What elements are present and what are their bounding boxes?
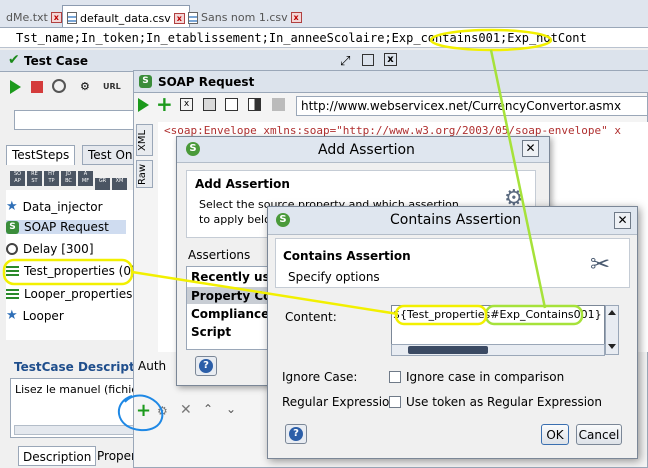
contains-assertion-title: Contains Assertion xyxy=(390,212,522,228)
step-delay[interactable]: Delay [300] xyxy=(6,242,94,256)
ignore-case-checkbox[interactable] xyxy=(389,371,401,383)
add-assertion-icon[interactable]: + xyxy=(136,400,151,421)
testcase-input-field[interactable] xyxy=(14,110,136,130)
run-icon[interactable] xyxy=(10,80,21,94)
regex-option: Use token as Regular Expression xyxy=(406,395,603,409)
rest-step-icon[interactable]: RE ST xyxy=(27,171,42,186)
http-step-icon[interactable]: HT TP xyxy=(44,171,59,186)
contains-assertion-heading: Contains Assertion xyxy=(283,249,411,263)
move-up-icon[interactable]: ⌃ xyxy=(203,402,213,416)
regex-label: Regular Expression: xyxy=(282,395,402,409)
maximize-icon[interactable]: ⤢ xyxy=(340,54,350,69)
content-label: Content: xyxy=(285,310,337,324)
ignore-case-option: Ignore case in comparison xyxy=(406,370,565,384)
amf-step-icon[interactable]: A MF xyxy=(78,171,93,186)
star-icon: ★ xyxy=(6,199,18,214)
close-icon[interactable]: x xyxy=(384,53,397,66)
editor-icon[interactable] xyxy=(225,98,238,111)
add-icon[interactable]: + xyxy=(156,92,173,116)
star-icon: ★ xyxy=(6,308,18,323)
run-request-icon[interactable] xyxy=(138,98,149,112)
csv-file-icon xyxy=(188,11,198,24)
csv-header-line[interactable]: Tst_name;In_token;In_etablissement;In_an… xyxy=(0,28,648,48)
tab-xml[interactable]: XML xyxy=(136,124,153,156)
step-label: Delay [300] xyxy=(23,242,94,256)
endpoint-url-field[interactable]: http://www.webservicex.net/CurrencyConve… xyxy=(296,96,648,116)
scroll-down-icon[interactable] xyxy=(608,344,616,349)
tab-label: Sans nom 1.csv xyxy=(201,11,288,24)
soapui-logo-icon: S xyxy=(276,213,290,227)
soapui-logo-icon: S xyxy=(186,142,200,156)
ok-button[interactable]: OK xyxy=(541,424,569,445)
assertions-list-header: Assertions xyxy=(188,248,251,262)
add-assertion-title: Add Assertion xyxy=(318,142,415,158)
tab-auth[interactable]: Auth xyxy=(138,356,178,376)
properties-icon xyxy=(6,266,19,276)
description-scrollbar[interactable] xyxy=(14,425,136,435)
step-label: Data_injector xyxy=(22,199,103,214)
csv-file-icon xyxy=(67,12,77,24)
remove-assertion-icon[interactable]: ✕ xyxy=(180,402,192,418)
restore-icon[interactable] xyxy=(362,54,374,66)
step-test-properties[interactable]: Test_properties (0) xyxy=(6,264,136,278)
configure-assertion-icon[interactable]: ⚙ xyxy=(157,404,168,418)
checkmark-icon: ✔ xyxy=(8,52,20,68)
step-label: SOAP Request xyxy=(24,220,109,234)
close-icon[interactable]: x xyxy=(290,12,302,23)
tab-test-on[interactable]: Test On xyxy=(82,145,139,165)
cancel-request-icon[interactable]: x xyxy=(180,98,193,111)
tab-label: dMe.txt xyxy=(6,11,48,24)
content-value: ${Test_properties#Exp_Contains001} xyxy=(393,308,602,321)
help-icon: ? xyxy=(289,427,303,441)
list-item[interactable]: Recently use xyxy=(191,270,278,284)
soap-icon: S xyxy=(139,75,152,88)
testcase-title: Test Case xyxy=(24,54,88,68)
tab-raw[interactable]: Raw xyxy=(136,160,153,188)
contains-assertion-subheading: Specify options xyxy=(288,270,380,284)
editor-tab-default-data[interactable]: default_data.csv x xyxy=(62,5,190,27)
help-icon: ? xyxy=(199,359,213,373)
tab-teststeps[interactable]: TestSteps xyxy=(6,145,76,165)
step-label: Test_properties (0) xyxy=(24,264,136,278)
editor-tab-bar: dMe.txt x default_data.csv x Sans nom 1.… xyxy=(0,0,648,28)
options-icon[interactable]: ⚙ xyxy=(80,80,90,93)
scroll-up-icon[interactable] xyxy=(608,310,616,315)
soap-step-icon[interactable]: SO AP xyxy=(10,171,25,186)
contains-assertion-help-button[interactable]: ? xyxy=(285,424,307,444)
cancel-button[interactable]: Cancel xyxy=(576,424,622,445)
stop-icon[interactable] xyxy=(31,81,43,93)
editor-tab-sans-nom[interactable]: Sans nom 1.csv x xyxy=(184,5,306,27)
editor-tab-readme[interactable]: dMe.txt x xyxy=(2,5,66,27)
move-down-icon[interactable]: ⌄ xyxy=(226,402,236,416)
ignore-case-label: Ignore Case: xyxy=(282,370,358,384)
soap-request-title: SOAP Request xyxy=(158,75,255,89)
step-label: Looper xyxy=(22,308,64,323)
toolbar-icon[interactable] xyxy=(272,98,285,111)
add-assertion-help-button[interactable]: ? xyxy=(195,356,217,376)
format-icon[interactable] xyxy=(203,98,216,111)
step-looper-properties[interactable]: Looper_properties xyxy=(6,287,132,301)
tools-icon: ✂ xyxy=(590,250,611,278)
close-icon[interactable]: ✕ xyxy=(522,140,539,157)
close-icon[interactable]: ✕ xyxy=(614,212,631,229)
list-item[interactable]: Script xyxy=(191,325,231,339)
soap-icon: S xyxy=(6,220,19,234)
step-data-injector[interactable]: ★ Data_injector xyxy=(6,199,103,214)
split-view-icon[interactable] xyxy=(248,98,261,111)
jdbc-step-icon[interactable]: JD BC xyxy=(61,171,76,186)
loop-icon[interactable] xyxy=(52,79,66,93)
testcase-header-bar xyxy=(0,50,648,72)
properties-icon xyxy=(6,289,19,299)
tab-label: default_data.csv xyxy=(80,11,171,25)
step-label: Looper_properties xyxy=(24,287,133,301)
clock-icon xyxy=(6,243,18,255)
tab-description[interactable]: Description xyxy=(18,446,97,466)
step-soap-request[interactable]: S SOAP Request xyxy=(6,220,126,234)
step-looper[interactable]: ★ Looper xyxy=(6,308,64,323)
scrollbar-thumb[interactable] xyxy=(408,346,488,354)
regex-checkbox[interactable] xyxy=(389,396,401,408)
close-icon[interactable]: x xyxy=(50,12,62,23)
url-label[interactable]: URL xyxy=(103,82,121,91)
add-assertion-heading: Add Assertion xyxy=(195,177,290,191)
